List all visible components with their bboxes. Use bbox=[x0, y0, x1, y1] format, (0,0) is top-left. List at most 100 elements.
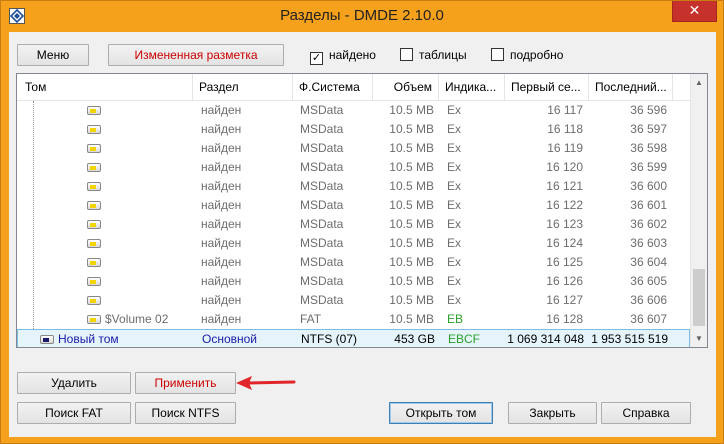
table-cell-ind: EB bbox=[447, 312, 464, 326]
table-cell-ind: Ex bbox=[447, 179, 462, 193]
table-cell-ind: Ex bbox=[447, 217, 462, 231]
close-icon[interactable]: ✕ bbox=[672, 1, 717, 22]
scroll-down-icon[interactable]: ▼ bbox=[691, 330, 707, 347]
table-row-selected[interactable]: Новый том Основной NTFS (07) 453 GB EBCF 1 06… bbox=[17, 329, 690, 347]
table-cell-part: найден bbox=[201, 255, 242, 269]
table-cell-last: 36 601 bbox=[630, 198, 667, 212]
table-cell-fs: MSData bbox=[300, 198, 344, 212]
delete-button[interactable]: Удалить bbox=[17, 372, 131, 394]
table-row[interactable]: $Volume 02 найден FAT 10.5 MB EB 16 128 36 607 bbox=[17, 310, 690, 329]
scrollbar-thumb[interactable] bbox=[693, 269, 705, 326]
table-cell-fs: MSData bbox=[300, 217, 344, 231]
table-cell-size: 10.5 MB bbox=[389, 217, 434, 231]
menu-button[interactable]: Меню bbox=[17, 44, 89, 66]
table-cell-size: 10.5 MB bbox=[389, 255, 434, 269]
table-cell-size: 10.5 MB bbox=[389, 274, 434, 288]
table-cell-size: 10.5 MB bbox=[389, 179, 434, 193]
table-cell-first: 16 120 bbox=[546, 160, 583, 174]
table-row[interactable]: найден MSData 10.5 MB Ex 16 124 36 603 bbox=[17, 234, 690, 253]
table-cell-part: найден bbox=[201, 236, 242, 250]
table-cell-fs: MSData bbox=[300, 255, 344, 269]
table-cell-name bbox=[105, 158, 193, 177]
scroll-up-icon[interactable]: ▲ bbox=[691, 74, 707, 91]
table-cell-ind: Ex bbox=[447, 141, 462, 155]
vertical-scrollbar[interactable]: ▲ ▼ bbox=[690, 74, 707, 347]
table-cell-ind: Ex bbox=[447, 160, 462, 174]
table-cell-name bbox=[105, 196, 193, 215]
partitions-table[interactable]: Том Раздел Ф.Система Объем Индика... Пер… bbox=[16, 73, 708, 348]
table-cell-part: найден bbox=[201, 274, 242, 288]
table-cell-first: 16 117 bbox=[547, 103, 583, 117]
table-cell-last: 36 605 bbox=[630, 274, 667, 288]
disk-icon bbox=[87, 201, 101, 210]
table-cell-ind: Ex bbox=[447, 122, 462, 136]
dmde-partitions-window: Разделы - DMDE 2.10.0 ✕ Меню Измененная … bbox=[0, 0, 724, 444]
table-cell-last: 36 598 bbox=[630, 141, 667, 155]
detailed-checkbox-box[interactable] bbox=[491, 48, 504, 61]
column-header-size[interactable]: Объем bbox=[373, 74, 439, 101]
table-cell-last: 36 596 bbox=[630, 103, 667, 117]
column-header-first-sector[interactable]: Первый се... bbox=[505, 74, 589, 101]
found-checkbox[interactable]: ✓ найдено bbox=[310, 47, 376, 65]
table-cell-part: найден bbox=[201, 141, 242, 155]
search-fat-button[interactable]: Поиск FAT bbox=[17, 402, 131, 424]
table-cell-name bbox=[105, 291, 193, 310]
column-header-volume[interactable]: Том bbox=[17, 74, 193, 101]
column-header-last-sector[interactable]: Последний... bbox=[589, 74, 673, 101]
table-row[interactable]: найден MSData 10.5 MB Ex 16 119 36 598 bbox=[17, 139, 690, 158]
table-cell-name bbox=[105, 215, 193, 234]
table-cell-fs: MSData bbox=[300, 141, 344, 155]
table-cell-size: 10.5 MB bbox=[389, 122, 434, 136]
table-cell-fs: MSData bbox=[300, 274, 344, 288]
apply-button[interactable]: Применить bbox=[135, 372, 236, 394]
table-cell-first: 16 118 bbox=[547, 122, 583, 136]
detailed-checkbox[interactable]: подробно bbox=[491, 47, 563, 63]
table-row[interactable]: найден MSData 10.5 MB Ex 16 120 36 599 bbox=[17, 158, 690, 177]
tables-checkbox-box[interactable] bbox=[400, 48, 413, 61]
table-row[interactable]: найден MSData 10.5 MB Ex 16 122 36 601 bbox=[17, 196, 690, 215]
table-cell-size: 10.5 MB bbox=[389, 312, 434, 326]
table-row[interactable]: найден MSData 10.5 MB Ex 16 125 36 604 bbox=[17, 253, 690, 272]
table-cell-fs: NTFS (07) bbox=[301, 332, 358, 346]
table-row[interactable]: найден MSData 10.5 MB Ex 16 126 36 605 bbox=[17, 272, 690, 291]
table-row[interactable]: найден MSData 10.5 MB Ex 16 127 36 606 bbox=[17, 291, 690, 310]
table-cell-part: Основной bbox=[202, 332, 258, 346]
column-header-indicator[interactable]: Индика... bbox=[439, 74, 505, 101]
disk-icon bbox=[87, 125, 101, 134]
table-cell-ind: Ex bbox=[447, 274, 462, 288]
table-cell-size: 10.5 MB bbox=[389, 293, 434, 307]
table-cell-first: 16 123 bbox=[546, 217, 583, 231]
column-header-filesystem[interactable]: Ф.Система bbox=[293, 74, 373, 101]
table-cell-name bbox=[105, 177, 193, 196]
open-volume-button[interactable]: Открыть том bbox=[389, 402, 493, 424]
table-cell-first: 16 125 bbox=[546, 255, 583, 269]
table-cell-first: 16 124 bbox=[546, 236, 583, 250]
table-cell-size: 453 GB bbox=[394, 332, 435, 346]
disk-icon bbox=[87, 315, 101, 324]
table-cell-name bbox=[105, 120, 193, 139]
close-button[interactable]: Закрыть bbox=[508, 402, 597, 424]
tables-checkbox[interactable]: таблицы bbox=[400, 47, 467, 63]
annotation-arrow bbox=[236, 376, 296, 390]
changed-layout-button[interactable]: Измененная разметка bbox=[108, 44, 284, 66]
table-row[interactable]: найден MSData 10.5 MB Ex 16 118 36 597 bbox=[17, 120, 690, 139]
table-cell-name: Новый том bbox=[58, 332, 119, 346]
table-cell-size: 10.5 MB bbox=[389, 103, 434, 117]
table-row[interactable]: найден MSData 10.5 MB Ex 16 123 36 602 bbox=[17, 215, 690, 234]
help-button[interactable]: Справка bbox=[601, 402, 691, 424]
detailed-checkbox-label: подробно bbox=[510, 48, 564, 62]
table-cell-size: 10.5 MB bbox=[389, 198, 434, 212]
table-cell-fs: FAT bbox=[300, 312, 322, 326]
table-cell-part: найден bbox=[201, 179, 242, 193]
table-row[interactable]: найден MSData 10.5 MB Ex 16 121 36 600 bbox=[17, 177, 690, 196]
table-cell-first: 16 119 bbox=[547, 141, 583, 155]
table-cell-first: 16 122 bbox=[546, 198, 583, 212]
found-checkbox-box[interactable]: ✓ bbox=[310, 52, 323, 65]
table-cell-ind: Ex bbox=[447, 255, 462, 269]
search-ntfs-button[interactable]: Поиск NTFS bbox=[135, 402, 236, 424]
titlebar[interactable]: Разделы - DMDE 2.10.0 ✕ bbox=[1, 1, 723, 32]
table-cell-last: 36 606 bbox=[630, 293, 667, 307]
table-row[interactable]: найден MSData 10.5 MB Ex 16 117 36 596 bbox=[17, 101, 690, 120]
column-header-partition[interactable]: Раздел bbox=[193, 74, 293, 101]
table-cell-fs: MSData bbox=[300, 160, 344, 174]
